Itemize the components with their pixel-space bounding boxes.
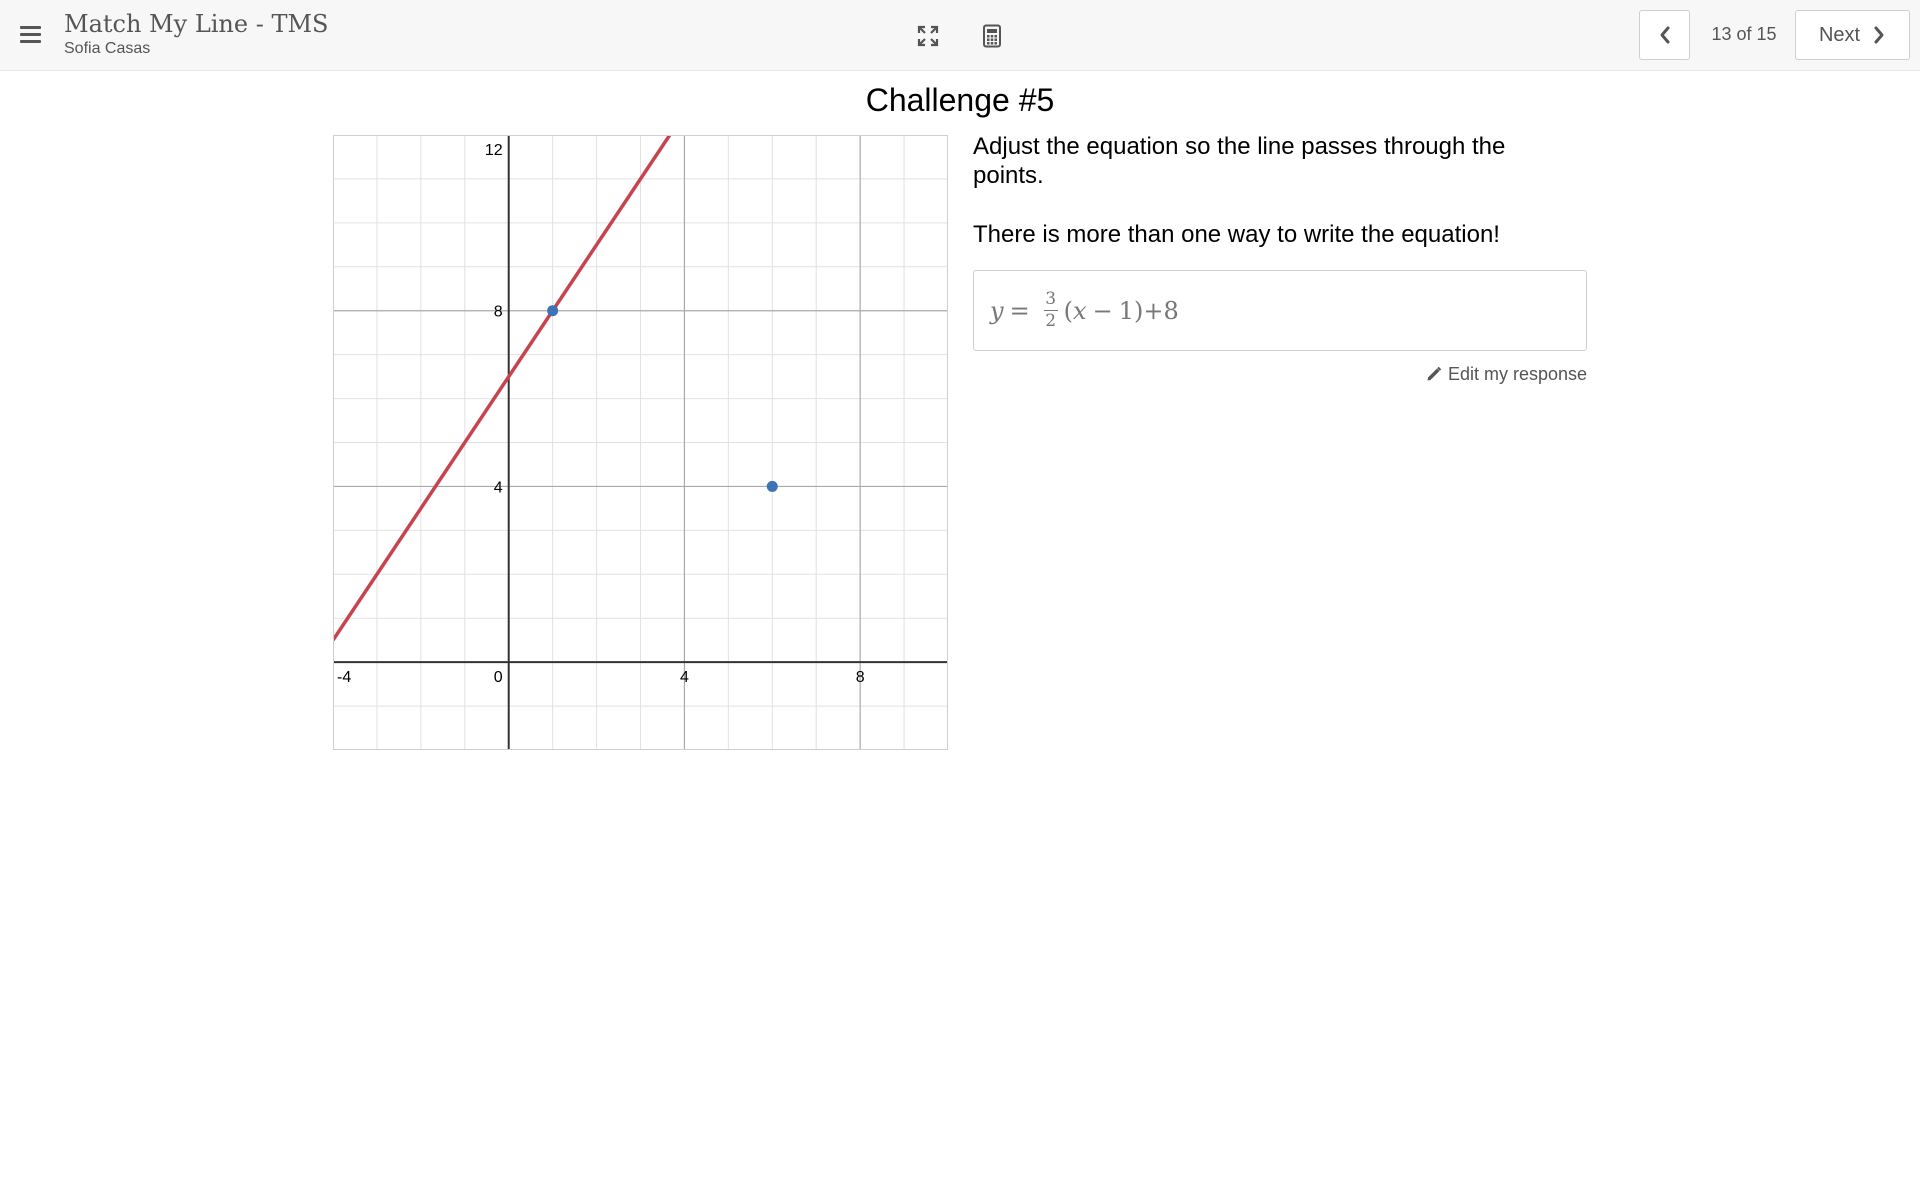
y-tick-label: 8 — [494, 304, 503, 321]
equation-constant: 1 — [1118, 296, 1134, 325]
top-bar: Match My Line - TMS Sofia Casas 13 of 15… — [0, 0, 1920, 71]
equation-input[interactable]: y = 3 2 ( x − 1 ) + 8 — [973, 270, 1587, 351]
next-button[interactable]: Next — [1795, 10, 1910, 60]
equation-equals: = — [1009, 296, 1030, 325]
page-indicator: 13 of 15 — [1711, 24, 1777, 44]
challenge-title: Challenge #5 — [865, 82, 1055, 118]
equation-plus: + — [1143, 296, 1164, 325]
app-title: Match My Line - TMS — [64, 10, 329, 38]
y-tick-label: 12 — [485, 142, 503, 159]
instruction-text: Adjust the equation so the line passes t… — [973, 133, 1506, 189]
fullscreen-icon[interactable] — [912, 20, 944, 52]
x-tick-label: -4 — [337, 669, 351, 686]
equation-numerator: 3 — [1045, 289, 1057, 309]
equation-paren-close: ) — [1133, 296, 1144, 325]
calculator-icon[interactable] — [976, 20, 1008, 52]
x-tick-label: 0 — [494, 669, 503, 686]
y-tick-label: 4 — [494, 479, 503, 496]
equation-lhs: y — [990, 296, 1004, 325]
equation-variable: x — [1073, 296, 1087, 325]
equation-offset: 8 — [1163, 296, 1179, 325]
user-name: Sofia Casas — [64, 40, 151, 57]
equation-fraction: 3 2 — [1043, 289, 1058, 331]
next-label: Next — [1818, 23, 1861, 46]
previous-button[interactable] — [1639, 10, 1690, 60]
equation-denominator: 2 — [1045, 311, 1057, 331]
hint-text: There is more than one way to write the … — [973, 221, 1500, 248]
pencil-icon — [1427, 366, 1442, 381]
edit-response-label: Edit my response — [1447, 364, 1587, 384]
chevron-left-icon — [1660, 26, 1669, 44]
x-tick-label: 8 — [856, 669, 865, 686]
data-point — [766, 480, 778, 492]
equation-line — [333, 135, 672, 642]
edit-response-link[interactable]: Edit my response — [1300, 364, 1587, 385]
equation-paren-open: ( — [1063, 296, 1074, 325]
menu-icon[interactable] — [20, 24, 43, 44]
equation-minus: − — [1092, 296, 1113, 325]
coordinate-graph[interactable]: -4 0 4 8 4 8 12 — [333, 135, 948, 750]
chevron-right-icon — [1874, 26, 1884, 44]
data-point — [547, 305, 559, 317]
x-tick-label: 4 — [680, 669, 689, 686]
